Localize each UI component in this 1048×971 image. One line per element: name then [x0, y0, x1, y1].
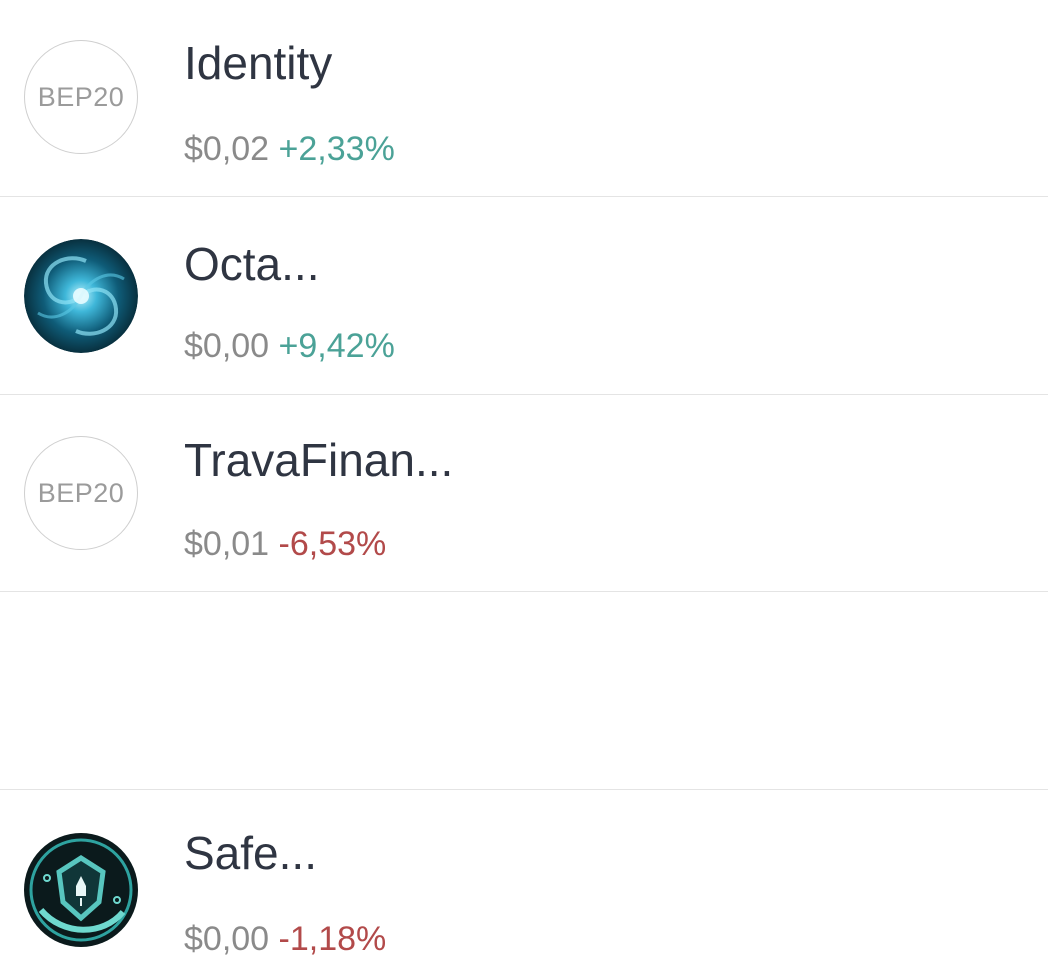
token-row-travafinance[interactable]: BEP20 TravaFinan... $0,01 -6,53% [0, 395, 1048, 591]
token-price: $0,01 [184, 525, 270, 563]
token-name: Identity [184, 37, 333, 89]
token-row-octa[interactable]: Octa... $0,00 +9,42% [0, 197, 1048, 393]
bep20-badge-icon: BEP20 [24, 436, 138, 550]
token-price-line: $0,00 -1,18% [184, 922, 386, 956]
token-price: $0,02 [184, 130, 270, 168]
token-name: Octa... [184, 238, 320, 290]
token-change: +9,42% [278, 327, 395, 365]
galaxy-swirl-icon [24, 239, 138, 353]
token-change: -6,53% [278, 525, 387, 563]
token-name: TravaFinan... [184, 434, 454, 486]
token-row-safe[interactable]: Safe... $0,00 -1,18% [0, 790, 1048, 971]
token-price-line: $0,02 +2,33% [184, 132, 395, 166]
token-price: $0,00 [184, 920, 270, 958]
token-name: Safe... [184, 827, 317, 879]
token-price-line: $0,01 -6,53% [184, 527, 386, 561]
token-list: BEP20 Identity $0,02 +2,33% Octa... $0,0… [0, 0, 1048, 971]
empty-row-space [0, 592, 1048, 788]
token-row-identity[interactable]: BEP20 Identity $0,02 +2,33% [0, 0, 1048, 196]
token-change: -1,18% [278, 920, 387, 958]
logo-text: BEP20 [37, 477, 125, 508]
token-price-line: $0,00 +9,42% [184, 329, 395, 363]
bep20-badge-icon: BEP20 [24, 40, 138, 154]
logo-text: BEP20 [37, 81, 125, 112]
safe-shield-rocket-icon [23, 832, 139, 948]
token-change: +2,33% [278, 130, 395, 168]
token-price: $0,00 [184, 327, 270, 365]
